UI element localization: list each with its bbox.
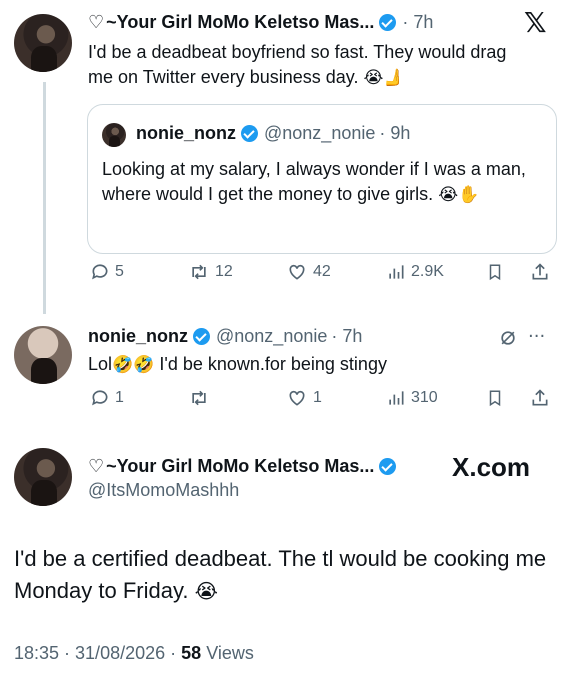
like-count: 42 <box>313 263 331 280</box>
author-name[interactable]: ~Your Girl MoMo Keletso Mas... <box>106 456 374 477</box>
reply-icon <box>92 264 108 280</box>
tweet2-header: nonie_nonz @nonz_nonie · 7h <box>88 326 362 347</box>
author-name[interactable]: nonie_nonz <box>88 326 188 347</box>
avatar <box>102 123 126 147</box>
tweet-time[interactable]: · 7h <box>331 326 362 347</box>
avatar[interactable] <box>14 14 72 72</box>
bookmark-button[interactable] <box>486 388 504 408</box>
tweet3-header: ♡ ~Your Girl MoMo Keletso Mas... <box>88 456 397 477</box>
quoted-text-block: Looking at my salary, I always wonder if… <box>102 157 542 208</box>
bookmark-button[interactable] <box>486 262 504 282</box>
tweet-text-prefix: Lol <box>88 354 113 374</box>
verified-badge-icon <box>241 125 258 142</box>
reply-button[interactable]: 5 <box>90 262 124 282</box>
verified-badge-icon <box>193 328 210 345</box>
views-count: 2.9K <box>411 263 444 280</box>
heart-icon <box>289 390 305 406</box>
emoji: 😭🫸 <box>363 68 405 88</box>
views-label: Views <box>206 643 254 663</box>
views-count: 310 <box>411 389 438 406</box>
reply-count: 1 <box>115 389 124 406</box>
tweet1-actions: 5 12 42 2.9K <box>0 262 570 288</box>
tweet1-text-block: I'd be a deadbeat boyfriend so fast. The… <box>88 40 528 91</box>
author-name[interactable]: ~Your Girl MoMo Keletso Mas... <box>106 12 374 33</box>
quoted-tweet-card[interactable]: nonie_nonz @nonz_nonie · 9h Looking at m… <box>87 104 557 254</box>
avatar[interactable] <box>14 326 72 384</box>
author-handle[interactable]: @ItsMomoMashhh <box>88 480 239 501</box>
share-button[interactable] <box>530 388 550 408</box>
retweet-button[interactable]: 12 <box>188 262 233 282</box>
author-handle[interactable]: @nonz_nonie <box>216 326 327 347</box>
like-button[interactable]: 1 <box>286 388 322 408</box>
tweet3-text-block: I'd be a certified deadbeat. The tl woul… <box>14 543 554 607</box>
timestamp[interactable]: 18:35 · 31/08/2026 · <box>14 643 176 663</box>
retweet-icon <box>192 390 206 406</box>
tweet-text: I'd be known.for being stingy <box>154 354 387 374</box>
x-com-brand: X.com <box>452 452 531 482</box>
more-options-icon[interactable]: ··· <box>528 326 545 347</box>
author-name: nonie_nonz <box>136 123 236 143</box>
views-count: 58 <box>181 643 202 663</box>
tweet-time: · 9h <box>379 123 411 143</box>
like-button[interactable]: 42 <box>286 262 331 282</box>
emoji: 😭 <box>194 579 218 603</box>
views-icon <box>389 265 404 279</box>
retweet-count: 12 <box>215 263 233 280</box>
heart-outline-icon: ♡ <box>88 12 105 32</box>
tweet1-header: ♡ ~Your Girl MoMo Keletso Mas... · 7h <box>88 12 433 33</box>
share-icon <box>532 263 548 280</box>
x-logo-icon[interactable]: 𝕏 <box>524 6 547 39</box>
views-icon <box>389 391 404 405</box>
heart-icon <box>289 264 305 280</box>
tweet-meta: 18:35 · 31/08/2026 · 58 Views <box>14 643 254 664</box>
share-icon <box>532 389 548 406</box>
emoji: 🤣🤣 <box>112 355 155 375</box>
retweet-icon <box>192 264 206 280</box>
reply-count: 5 <box>115 263 124 280</box>
verified-badge-icon <box>379 458 397 475</box>
tweet-text: I'd be a certified deadbeat. The tl woul… <box>14 546 547 603</box>
grok-icon[interactable] <box>498 328 518 348</box>
share-button[interactable] <box>530 262 550 282</box>
bookmark-icon <box>489 390 501 407</box>
bookmark-icon <box>489 264 501 281</box>
emoji: 😭✋ <box>438 185 480 205</box>
quoted-header: nonie_nonz @nonz_nonie · 9h <box>136 123 410 144</box>
verified-badge-icon <box>379 14 397 31</box>
like-count: 1 <box>313 389 322 406</box>
reply-button[interactable]: 1 <box>90 388 124 408</box>
reply-icon <box>92 390 108 406</box>
tweet2-text-block: Lol🤣🤣 I'd be known.for being stingy <box>88 352 528 378</box>
tweet-text: I'd be a deadbeat boyfriend so fast. The… <box>88 42 507 87</box>
author-handle: @nonz_nonie <box>264 123 376 143</box>
retweet-button[interactable] <box>188 388 215 408</box>
tweet2-actions: 1 1 310 <box>0 388 570 414</box>
views-button[interactable]: 310 <box>386 388 438 408</box>
heart-outline-icon: ♡ <box>88 456 105 476</box>
avatar[interactable] <box>14 448 72 506</box>
views-button[interactable]: 2.9K <box>386 262 444 282</box>
tweet-time[interactable]: · 7h <box>402 12 433 33</box>
